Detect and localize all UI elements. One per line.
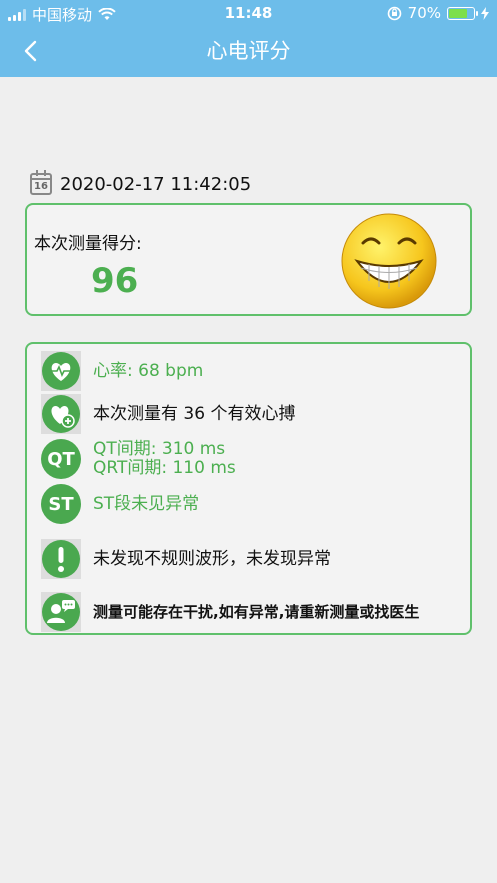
beats-row: 本次测量有 36 个有效心搏 [41,394,461,434]
qt-texts: QT间期: 310 ms QRT间期: 110 ms [93,440,236,478]
smiley-face-icon [341,213,437,309]
st-row: ST ST段未见异常 [41,484,461,524]
advice-text: 测量可能存在干扰,如有异常,请重新测量或找医生 [93,602,420,621]
heart-plus-icon [42,395,80,433]
st-icon: ST [41,484,81,524]
exclamation-icon-box [41,539,81,579]
exclamation-icon [42,540,80,578]
heart-rate-icon [42,352,80,390]
battery-percent: 70% [407,4,441,22]
qt-interval-text: QT间期: 310 ms [93,439,226,459]
header: 中国移动 11:48 70% 心电评分 [0,0,497,77]
doctor-chat-icon [42,593,80,631]
heart-plus-icon-box [41,394,81,434]
advice-row: 测量可能存在干扰,如有异常,请重新测量或找医生 [41,592,461,632]
charging-icon [481,6,489,20]
waveform-text: 未发现不规则波形，未发现异常 [93,548,331,569]
doctor-chat-icon-box [41,592,81,632]
battery-icon [447,6,478,20]
qt-row: QT QT间期: 310 ms QRT间期: 110 ms [41,439,461,479]
record-datetime: 2020-02-17 11:42:05 [60,173,252,195]
calendar-day: 16 [34,181,48,192]
score-label: 本次测量得分: [34,234,142,254]
beats-text: 本次测量有 36 个有效心搏 [93,403,296,424]
status-right: 70% [387,4,489,22]
qt-icon: QT [41,439,81,479]
ecg-details-card: 心率: 68 bpm 本次测量有 36 个有效心搏 QT QT间期: 310 m… [25,342,472,635]
heart-rate-text: 心率: 68 bpm [93,360,204,381]
heart-rate-icon-box [41,351,81,391]
st-text: ST段未见异常 [93,493,200,514]
status-bar: 中国移动 11:48 70% [0,0,497,26]
page-title: 心电评分 [206,39,291,63]
qrt-interval-text: QRT间期: 110 ms [93,458,236,478]
waveform-row: 未发现不规则波形，未发现异常 [41,539,461,579]
score-value: 96 [91,261,139,301]
calendar-icon: 16 [30,170,52,195]
rotation-lock-icon [387,6,401,20]
heart-rate-row: 心率: 68 bpm [41,351,461,391]
record-date-row: 16 2020-02-17 11:42:05 [30,170,251,198]
score-card: 本次测量得分: 96 [25,203,472,316]
